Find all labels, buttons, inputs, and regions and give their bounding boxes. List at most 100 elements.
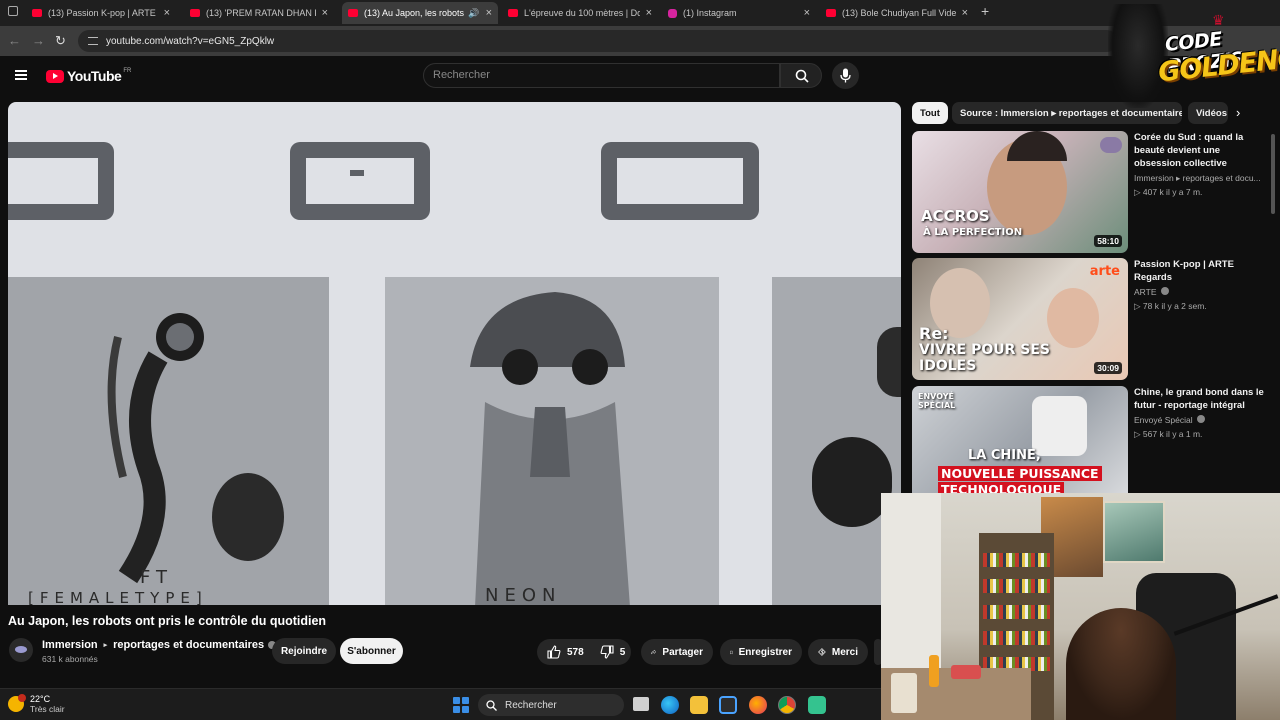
stream-overlay-logo: ♛ CODE PROZIS GOLDENG	[1108, 4, 1280, 108]
subscriber-count: 631 k abonnés	[42, 654, 98, 664]
voice-search-button[interactable]	[832, 62, 859, 89]
save-label: Enregistrer	[738, 646, 792, 658]
save-button[interactable]: Enregistrer	[720, 639, 802, 665]
windows-start-icon[interactable]	[453, 697, 469, 713]
screen: (13) Passion K-pop | ARTE Rega × (13) 'P…	[0, 0, 1280, 720]
subscribe-button[interactable]: S'abonner	[340, 638, 403, 664]
channel-suffix-text: reportages et documentaires	[113, 639, 265, 651]
webcam-poster	[1103, 501, 1165, 563]
video-thumbnail[interactable]: arte Re: VIVRE POUR SES IDOLES 30:09	[912, 258, 1128, 380]
tab-close-icon[interactable]: ×	[322, 7, 328, 19]
taskbar-search[interactable]: Rechercher	[478, 694, 624, 716]
channel-name[interactable]: Immersion ▸ reportages et documentaires	[42, 639, 277, 651]
recommended-video[interactable]: ACCROS À LA PERFECTION 58:10 Corée du Su…	[912, 131, 1272, 255]
speaker-icon[interactable]: 🔊	[468, 8, 479, 19]
arte-logo: arte	[1089, 264, 1120, 279]
tab-close-icon[interactable]: ×	[804, 7, 810, 19]
video-caption: FT	[140, 567, 174, 588]
menu-icon[interactable]	[15, 70, 27, 80]
chrome-icon[interactable]	[778, 696, 796, 714]
tab-close-icon[interactable]: ×	[164, 7, 170, 19]
recommended-channel: ARTE	[1134, 287, 1269, 297]
video-duration: 58:10	[1094, 235, 1122, 247]
channel-text: ARTE	[1134, 287, 1157, 297]
video-thumbnail[interactable]: ENVOYÉ SPÉCIAL LA CHINE, NOUVELLE PUISSA…	[912, 386, 1128, 494]
video-frame-letter	[8, 142, 114, 220]
share-label: Partager	[662, 646, 703, 658]
thumbnail-robot	[1032, 396, 1087, 456]
join-button[interactable]: Rejoindre	[272, 638, 336, 664]
bookmark-icon	[730, 650, 733, 654]
edge-browser-icon[interactable]	[661, 696, 679, 714]
video-frame-letter	[290, 142, 430, 220]
thanks-button[interactable]: $ Merci	[808, 639, 868, 665]
youtube-favicon-icon	[508, 9, 518, 17]
firefox-icon[interactable]	[749, 696, 767, 714]
thanks-label: Merci	[831, 646, 858, 658]
sidebar-scrollbar[interactable]	[1271, 134, 1275, 214]
tab-close-icon[interactable]: ×	[486, 7, 492, 19]
microphone-icon	[840, 68, 851, 83]
webcam-item	[951, 665, 981, 679]
like-button[interactable]: 578	[547, 645, 584, 659]
reload-button[interactable]: ↻	[55, 33, 66, 49]
tab-list-icon[interactable]	[8, 6, 18, 16]
chip-all[interactable]: Tout	[912, 102, 948, 124]
video-frame-panel: FT [FEMALETYPE]	[8, 277, 329, 605]
search-input[interactable]: Rechercher	[423, 63, 780, 88]
video-frame-panel: NEON	[385, 277, 719, 605]
back-button[interactable]: ←	[8, 33, 21, 48]
forward-button[interactable]: →	[32, 33, 45, 48]
store-icon[interactable]	[719, 696, 737, 714]
thumbnail-text: VIVRE POUR SES IDOLES	[919, 342, 1051, 374]
svg-text:$: $	[821, 650, 824, 655]
recommended-video[interactable]: arte Re: VIVRE POUR SES IDOLES 30:09 Pas…	[912, 258, 1272, 382]
task-view-icon[interactable]	[633, 697, 649, 711]
tab-title: (13) Bole Chudiyan Full Video	[842, 8, 956, 18]
video-thumbnail[interactable]: ACCROS À LA PERFECTION 58:10	[912, 131, 1128, 253]
dislike-button[interactable]: 5	[600, 645, 625, 659]
address-bar[interactable]: youtube.com/watch?v=eGN5_ZpQklw	[78, 30, 1118, 52]
video-player[interactable]: FT [FEMALETYPE] NEON	[8, 102, 901, 605]
browser-tab[interactable]: (13) Passion K-pop | ARTE Rega ×	[26, 2, 176, 24]
thumbnail-text: Re:	[919, 324, 949, 343]
browser-tab[interactable]: (1) Instagram ×	[662, 2, 816, 24]
recommended-channel: Envoyé Spécial	[1134, 415, 1269, 425]
video-frame-letter	[601, 142, 759, 220]
youtube-logo[interactable]: YouTube FR	[46, 68, 131, 84]
country-code: FR	[123, 68, 132, 74]
youtube-favicon-icon	[348, 9, 358, 17]
youtube-header: YouTube FR Rechercher	[0, 56, 1280, 96]
site-info-icon[interactable]	[88, 37, 98, 45]
thumbnail-text: ACCROS	[921, 207, 990, 225]
youtube-play-icon	[46, 69, 64, 83]
browser-tab[interactable]: (13) 'PREM RATAN DHAN PAYO ×	[184, 2, 334, 24]
search-button[interactable]	[780, 63, 822, 88]
browser-tab[interactable]: (13) Bole Chudiyan Full Video ×	[820, 2, 974, 24]
channel-separator: ▸	[103, 642, 108, 649]
tab-close-icon[interactable]: ×	[962, 7, 968, 19]
share-button[interactable]: Partager	[641, 639, 713, 665]
browser-tab[interactable]: L'épreuve du 100 mètres | Doc ×	[502, 2, 658, 24]
like-count: 578	[567, 646, 584, 658]
video-caption: [FEMALETYPE]	[28, 589, 208, 605]
webcam-person	[1066, 608, 1176, 720]
thumbnail-hair	[1007, 131, 1067, 161]
verified-icon	[1196, 415, 1205, 423]
recommended-video[interactable]: ENVOYÉ SPÉCIAL LA CHINE, NOUVELLE PUISSA…	[912, 386, 1272, 494]
robot-figure	[107, 313, 284, 584]
app-icon[interactable]	[808, 696, 826, 714]
recommended-title: Passion K-pop | ARTE Regards	[1134, 259, 1234, 283]
weather-sun-icon	[8, 694, 26, 712]
tab-close-icon[interactable]: ×	[646, 7, 652, 19]
new-tab-button[interactable]: +	[981, 3, 989, 19]
video-title: Au Japon, les robots ont pris le contrôl…	[8, 614, 327, 628]
channel-avatar[interactable]	[9, 638, 33, 662]
weather-widget[interactable]: 22°C Très clair	[8, 694, 65, 714]
browser-tab-active[interactable]: (13) Au Japon, les robots o 🔊 ×	[342, 2, 498, 24]
tab-title: (1) Instagram	[683, 8, 737, 18]
file-explorer-icon[interactable]	[690, 696, 708, 714]
channel-text: Envoyé Spécial	[1134, 415, 1193, 425]
logo-figure	[1108, 4, 1168, 108]
thumbs-up-icon	[547, 645, 561, 659]
